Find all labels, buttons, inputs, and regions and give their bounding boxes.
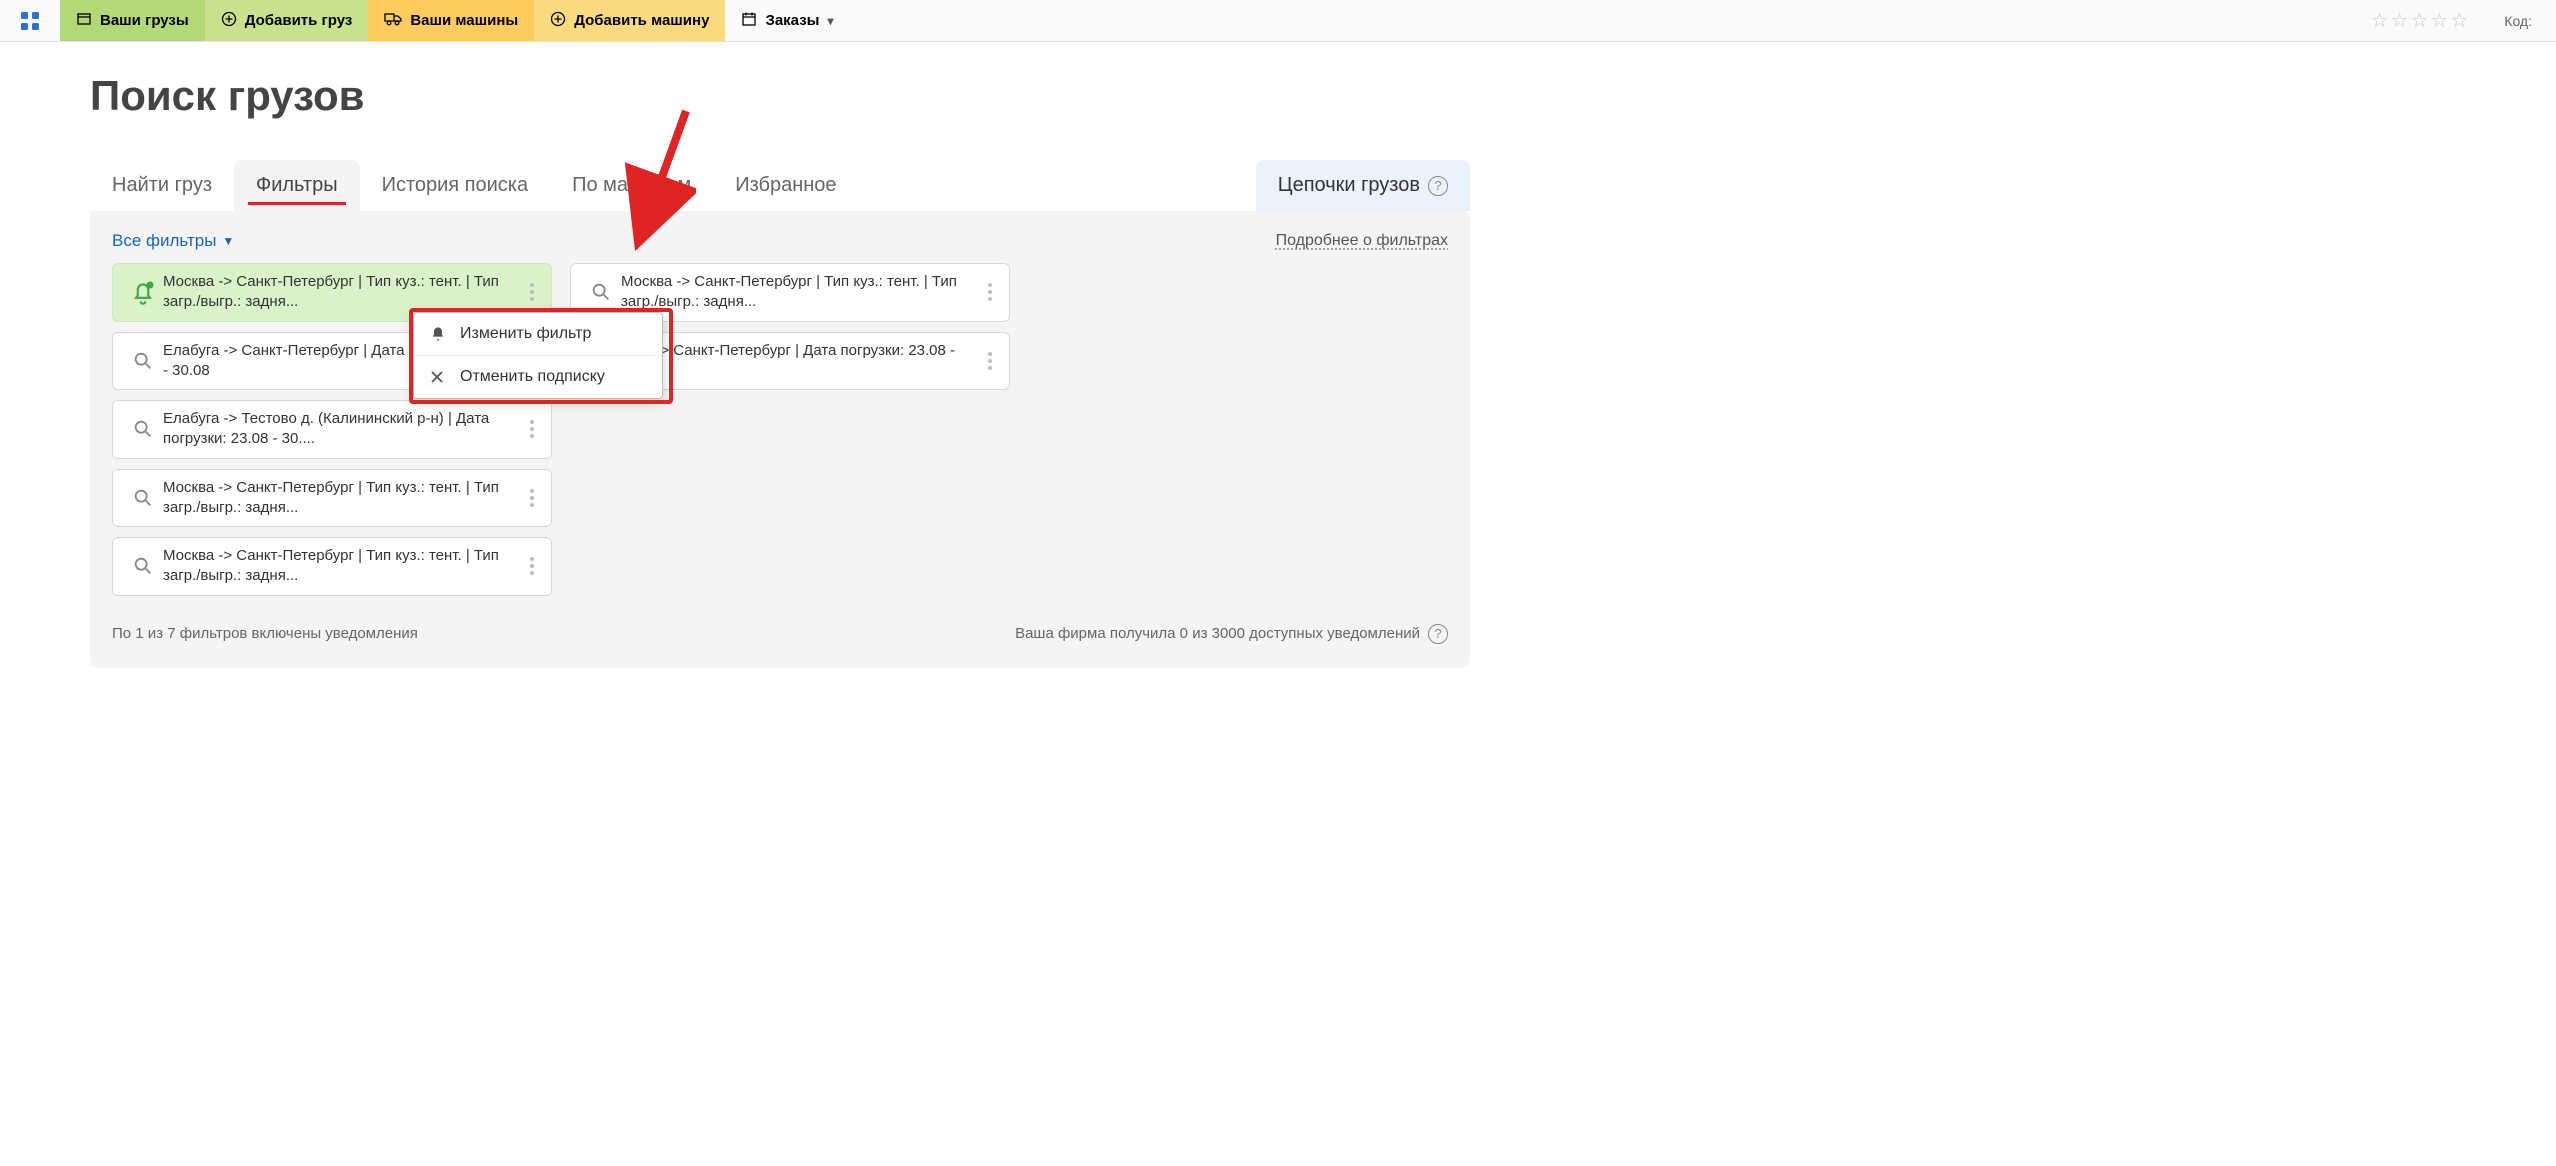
bell-alert-icon xyxy=(123,278,163,306)
search-icon xyxy=(581,281,621,303)
code-label: Код: xyxy=(2480,0,2556,41)
card-menu-button[interactable] xyxy=(519,489,545,507)
filter-card[interactable]: Елабуга -> Тестово д. (Калининский р-н) … xyxy=(112,400,552,459)
tab-filters[interactable]: Фильтры xyxy=(234,160,360,211)
nav-add-cargo[interactable]: Добавить груз xyxy=(205,0,369,41)
search-icon xyxy=(123,418,163,440)
filter-card-text: Москва -> Санкт-Петербург | Тип куз.: те… xyxy=(163,546,519,587)
help-icon[interactable]: ? xyxy=(1428,624,1448,644)
menu-unsubscribe-label: Отменить подписку xyxy=(460,368,605,386)
star-icon: ☆ xyxy=(2371,8,2389,33)
card-menu-button[interactable] xyxy=(977,352,1003,370)
filter-card-text: Уфа -> Санкт-Петербург | Дата погрузки: … xyxy=(621,341,977,382)
search-icon xyxy=(123,555,163,577)
star-icon: ☆ xyxy=(2410,8,2428,33)
menu-edit-filter[interactable]: Изменить фильтр xyxy=(414,313,662,355)
nav-your-cargo[interactable]: Ваши грузы xyxy=(60,0,205,41)
menu-edit-filter-label: Изменить фильтр xyxy=(460,325,591,343)
tab-cargo-chains-label: Цепочки грузов xyxy=(1278,174,1420,197)
card-menu-button[interactable] xyxy=(977,283,1003,301)
box-icon xyxy=(76,11,92,30)
about-filters-link[interactable]: Подробнее о фильтрах xyxy=(1276,232,1448,250)
nav-orders-label: Заказы xyxy=(765,12,819,29)
filter-card-text: Елабуга -> Тестово д. (Калининский р-н) … xyxy=(163,409,519,450)
filters-panel: Все фильтры ▼ Подробнее о фильтрах Москв… xyxy=(90,211,1470,668)
top-toolbar: Ваши грузы Добавить груз Ваши машины Доб… xyxy=(0,0,2556,42)
panel-footer: По 1 из 7 фильтров включены уведомления … xyxy=(112,624,1448,644)
chevron-down-icon: ▼ xyxy=(222,234,234,248)
nav-your-trucks[interactable]: Ваши машины xyxy=(368,0,534,41)
card-menu-button[interactable] xyxy=(519,557,545,575)
card-menu-button[interactable] xyxy=(519,420,545,438)
rating-stars[interactable]: ☆ ☆ ☆ ☆ ☆ xyxy=(2359,0,2481,41)
menu-unsubscribe[interactable]: Отменить подписку xyxy=(414,355,662,398)
filter-card[interactable]: Москва -> Санкт-Петербург | Тип куз.: те… xyxy=(112,537,552,596)
tab-row: Найти груз Фильтры История поиска По маш… xyxy=(90,160,1470,211)
star-icon: ☆ xyxy=(2430,8,2448,33)
apps-icon[interactable] xyxy=(0,0,60,41)
nav-add-truck-label: Добавить машину xyxy=(574,12,709,29)
bell-icon xyxy=(430,326,448,342)
chevron-down-icon: ▾ xyxy=(827,14,833,28)
star-icon: ☆ xyxy=(2391,8,2409,33)
search-icon xyxy=(123,350,163,372)
page-title: Поиск грузов xyxy=(90,72,1470,120)
nav-add-truck[interactable]: Добавить машину xyxy=(534,0,725,41)
tab-find-cargo[interactable]: Найти груз xyxy=(90,160,234,211)
all-filters-dropdown[interactable]: Все фильтры ▼ xyxy=(112,231,234,251)
star-icon: ☆ xyxy=(2450,8,2468,33)
search-icon xyxy=(123,487,163,509)
footer-right-text: Ваша фирма получила 0 из 3000 доступных … xyxy=(1015,625,1420,642)
help-icon[interactable]: ? xyxy=(1428,176,1448,196)
tab-history[interactable]: История поиска xyxy=(360,160,551,211)
card-menu-button[interactable] xyxy=(519,283,545,301)
close-icon xyxy=(430,370,448,384)
filter-card-text: Москва -> Санкт-Петербург | Тип куз.: те… xyxy=(163,478,519,519)
all-filters-label: Все фильтры xyxy=(112,231,216,251)
nav-add-cargo-label: Добавить груз xyxy=(245,12,353,29)
filter-card-text: Москва -> Санкт-Петербург | Тип куз.: те… xyxy=(621,272,977,313)
filter-card[interactable]: Москва -> Санкт-Петербург | Тип куз.: те… xyxy=(112,469,552,528)
filter-card-text: Москва -> Санкт-Петербург | Тип куз.: те… xyxy=(163,272,519,313)
tab-cargo-chains[interactable]: Цепочки грузов ? xyxy=(1256,160,1470,211)
calendar-icon xyxy=(741,11,757,30)
nav-your-cargo-label: Ваши грузы xyxy=(100,12,189,29)
filter-card[interactable]: Москва -> Санкт-Петербург | Тип куз.: те… xyxy=(112,263,552,322)
tab-favorites[interactable]: Избранное xyxy=(713,160,858,211)
nav-orders[interactable]: Заказы ▾ xyxy=(725,0,849,41)
plus-circle-icon xyxy=(550,11,566,30)
truck-icon xyxy=(384,12,402,29)
footer-left-text: По 1 из 7 фильтров включены уведомления xyxy=(112,625,418,642)
card-context-menu: Изменить фильтр Отменить подписку xyxy=(413,312,663,399)
plus-circle-icon xyxy=(221,11,237,30)
filter-cards-grid: Москва -> Санкт-Петербург | Тип куз.: те… xyxy=(112,263,1448,596)
nav-your-trucks-label: Ваши машины xyxy=(410,12,518,29)
tab-by-trucks[interactable]: По машинам xyxy=(550,160,713,211)
